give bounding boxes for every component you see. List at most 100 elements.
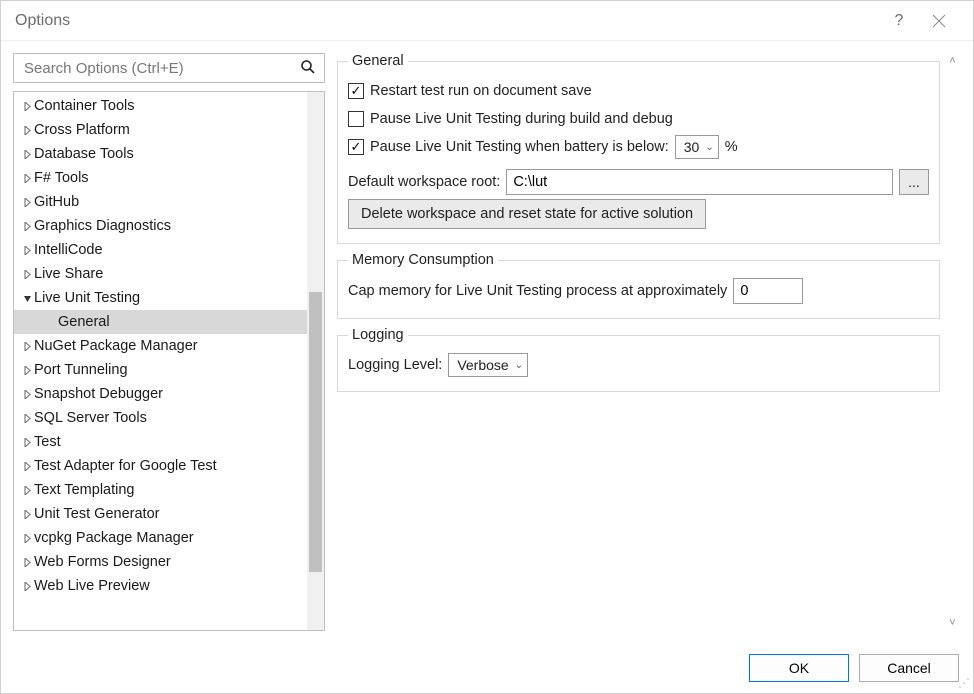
restart-label: Restart test run on document save: [370, 83, 592, 99]
caret-right-icon[interactable]: [20, 246, 34, 255]
tree-item[interactable]: Text Templating: [14, 478, 307, 502]
workspace-root-input[interactable]: [506, 169, 893, 195]
tree-item[interactable]: General: [14, 310, 307, 334]
caret-right-icon[interactable]: [20, 366, 34, 375]
group-general: General ✓ Restart test run on document s…: [337, 53, 940, 244]
search-options[interactable]: [13, 53, 325, 83]
logging-level-value: Verbose: [457, 357, 508, 373]
tree-item[interactable]: SQL Server Tools: [14, 406, 307, 430]
tree-item-label: Unit Test Generator: [34, 506, 159, 522]
caret-right-icon[interactable]: [20, 510, 34, 519]
ellipsis-icon: ...: [908, 174, 920, 190]
caret-right-icon[interactable]: [20, 150, 34, 159]
logging-level-label: Logging Level:: [348, 357, 442, 373]
caret-down-icon[interactable]: [20, 294, 34, 303]
tree-item[interactable]: Unit Test Generator: [14, 502, 307, 526]
caret-right-icon[interactable]: [20, 342, 34, 351]
tree-item-label: Cross Platform: [34, 122, 130, 138]
caret-right-icon[interactable]: [20, 102, 34, 111]
tree-item-label: Port Tunneling: [34, 362, 128, 378]
tree-item-label: F# Tools: [34, 170, 89, 186]
caret-right-icon[interactable]: [20, 414, 34, 423]
tree-item[interactable]: Live Share: [14, 262, 307, 286]
panel-scrollbar[interactable]: ˄ ˅: [944, 53, 961, 631]
close-icon: [932, 14, 946, 28]
tree-item[interactable]: Web Live Preview: [14, 574, 307, 598]
group-general-legend: General: [348, 53, 408, 69]
cap-memory-label: Cap memory for Live Unit Testing process…: [348, 283, 727, 299]
tree-item-label: Test: [34, 434, 61, 450]
tree-item[interactable]: vcpkg Package Manager: [14, 526, 307, 550]
cap-memory-input[interactable]: [733, 278, 803, 304]
pause-battery-label: Pause Live Unit Testing when battery is …: [370, 139, 669, 155]
tree-item[interactable]: NuGet Package Manager: [14, 334, 307, 358]
scroll-up-icon: ˄: [949, 55, 955, 67]
tree-item-label: Live Unit Testing: [34, 290, 140, 306]
delete-workspace-label: Delete workspace and reset state for act…: [361, 206, 693, 222]
pause-build-label: Pause Live Unit Testing during build and…: [370, 111, 673, 127]
window-title: Options: [15, 12, 879, 30]
tree-item[interactable]: F# Tools: [14, 166, 307, 190]
logging-level-combo[interactable]: Verbose ⌄: [448, 353, 528, 377]
tree-item[interactable]: Web Forms Designer: [14, 550, 307, 574]
resize-grip-icon[interactable]: ⋰: [958, 676, 970, 690]
cancel-button[interactable]: Cancel: [859, 654, 959, 682]
caret-right-icon[interactable]: [20, 534, 34, 543]
tree-scrollbar[interactable]: [307, 92, 324, 630]
caret-right-icon[interactable]: [20, 438, 34, 447]
help-button[interactable]: ?: [879, 1, 919, 41]
tree-item-label: GitHub: [34, 194, 79, 210]
caret-right-icon[interactable]: [20, 390, 34, 399]
tree-item-label: Snapshot Debugger: [34, 386, 163, 402]
restart-checkbox[interactable]: ✓: [348, 83, 364, 99]
tree-item-label: General: [58, 314, 110, 330]
browse-button[interactable]: ...: [899, 169, 929, 195]
tree-item[interactable]: Port Tunneling: [14, 358, 307, 382]
tree-scrollbar-thumb[interactable]: [309, 292, 322, 572]
battery-threshold-combo[interactable]: 30 ⌄: [675, 135, 719, 159]
tree-item[interactable]: Container Tools: [14, 94, 307, 118]
chevron-down-icon: ⌄: [515, 360, 523, 371]
caret-right-icon[interactable]: [20, 198, 34, 207]
group-logging: Logging Logging Level: Verbose ⌄: [337, 327, 940, 392]
tree-item[interactable]: IntelliCode: [14, 238, 307, 262]
tree-item-label: Graphics Diagnostics: [34, 218, 171, 234]
tree-item[interactable]: Graphics Diagnostics: [14, 214, 307, 238]
tree-item-label: Live Share: [34, 266, 103, 282]
scroll-down-icon: ˅: [949, 617, 955, 629]
group-logging-legend: Logging: [348, 327, 408, 343]
search-input[interactable]: [22, 59, 300, 78]
tree-item[interactable]: Test: [14, 430, 307, 454]
tree-item[interactable]: GitHub: [14, 190, 307, 214]
caret-right-icon[interactable]: [20, 174, 34, 183]
caret-right-icon[interactable]: [20, 558, 34, 567]
help-icon: ?: [895, 12, 904, 30]
tree-item-label: Text Templating: [34, 482, 134, 498]
caret-right-icon[interactable]: [20, 462, 34, 471]
caret-right-icon[interactable]: [20, 582, 34, 591]
tree-item[interactable]: Cross Platform: [14, 118, 307, 142]
caret-right-icon[interactable]: [20, 270, 34, 279]
group-memory: Memory Consumption Cap memory for Live U…: [337, 252, 940, 319]
delete-workspace-button[interactable]: Delete workspace and reset state for act…: [348, 199, 706, 229]
tree-item[interactable]: Test Adapter for Google Test: [14, 454, 307, 478]
caret-right-icon[interactable]: [20, 126, 34, 135]
tree-item[interactable]: Snapshot Debugger: [14, 382, 307, 406]
search-icon: [300, 59, 316, 78]
caret-right-icon[interactable]: [20, 222, 34, 231]
tree-item-label: Web Live Preview: [34, 578, 150, 594]
close-button[interactable]: [919, 1, 959, 41]
tree-item-label: NuGet Package Manager: [34, 338, 198, 354]
tree-item-label: Database Tools: [34, 146, 134, 162]
options-tree: Container Tools Cross Platform Database To…: [13, 91, 325, 631]
tree-item-label: Web Forms Designer: [34, 554, 171, 570]
pause-build-checkbox[interactable]: [348, 111, 364, 127]
tree-item[interactable]: Database Tools: [14, 142, 307, 166]
tree-item[interactable]: Live Unit Testing: [14, 286, 307, 310]
tree-item-label: SQL Server Tools: [34, 410, 147, 426]
pause-battery-checkbox[interactable]: ✓: [348, 139, 364, 155]
ok-button[interactable]: OK: [749, 654, 849, 682]
workspace-root-label: Default workspace root:: [348, 174, 500, 190]
tree-item-label: IntelliCode: [34, 242, 103, 258]
caret-right-icon[interactable]: [20, 486, 34, 495]
